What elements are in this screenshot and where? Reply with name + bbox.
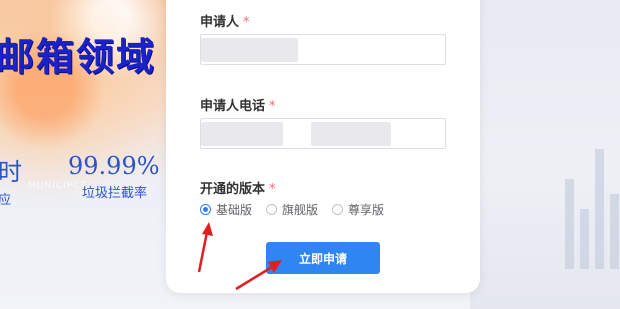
red-arrow-icon — [197, 222, 213, 273]
annotation-arrows — [197, 222, 282, 291]
red-arrow-icon — [235, 260, 282, 291]
